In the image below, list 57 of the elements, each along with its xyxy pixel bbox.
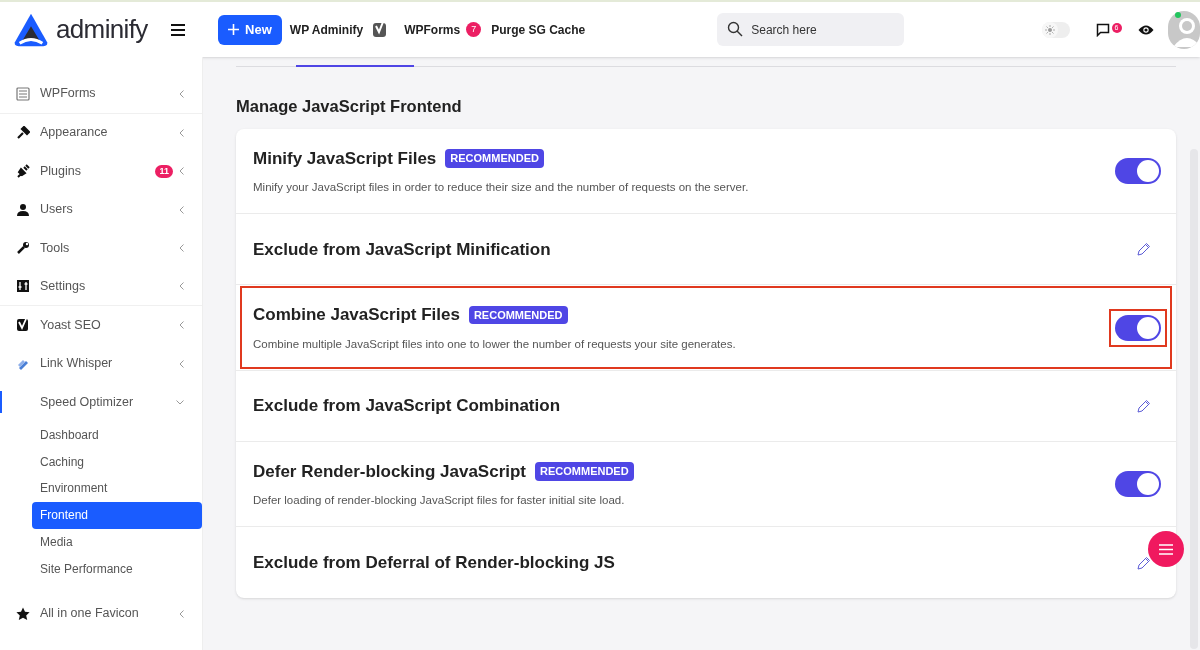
submenu-item[interactable]: Dashboard xyxy=(32,421,202,449)
sidebar-item[interactable]: Link Whisper xyxy=(0,344,202,383)
search-field[interactable]: Search here xyxy=(717,13,905,46)
setting-description: Minify your JavaScript files in order to reduce their size and the number of requests on the server. xyxy=(253,180,750,196)
recommended-tag: RECOMMENDED xyxy=(535,462,634,481)
setting-title: Exclude from Deferral of Render-blocking JS xyxy=(253,552,615,574)
sidebar-item[interactable]: Tools xyxy=(0,229,202,268)
sidebar-item[interactable]: Appearance xyxy=(0,113,202,152)
sidebar-item[interactable]: Yoast SEO xyxy=(0,306,202,345)
count-badge: 11 xyxy=(155,164,173,178)
star-icon xyxy=(16,606,30,621)
dark-mode-toggle[interactable] xyxy=(1042,21,1070,38)
toolbar-link[interactable]: WP Adminify xyxy=(289,20,364,39)
submenu-item[interactable]: Environment xyxy=(32,475,202,502)
setting-title: Combine JavaScript Files xyxy=(253,304,460,327)
section-heading: Manage JavaScript Frontend xyxy=(236,96,463,117)
setting-description: Combine multiple JavaScript files into one to lower the number of requests your site generates. xyxy=(253,336,737,352)
submenu-item[interactable]: Caching xyxy=(32,448,202,476)
sliders-icon xyxy=(16,279,30,294)
setting-description: Defer loading of render-blocking JavaScript files for faster initial site load. xyxy=(253,493,626,509)
toggle-switch[interactable] xyxy=(1115,471,1161,497)
pencil-icon[interactable] xyxy=(1137,398,1151,413)
comments-icon[interactable] xyxy=(1095,22,1110,37)
menu-icon xyxy=(1159,543,1173,555)
sun-icon xyxy=(1042,21,1059,38)
pencil-icon[interactable] xyxy=(1137,555,1151,570)
setting-title: Defer Render-blocking JavaScript xyxy=(253,460,527,483)
setting-title: Exclude from JavaScript Combination xyxy=(253,395,560,417)
form-icon xyxy=(16,86,30,101)
pencil-icon[interactable] xyxy=(1137,242,1151,257)
plus-icon xyxy=(228,24,240,35)
sidebar-item[interactable]: Users xyxy=(0,190,202,229)
recommended-tag: RECOMMENDED xyxy=(445,149,544,168)
recommended-tag: RECOMMENDED xyxy=(468,305,568,325)
sidebar-item[interactable]: Speed Optimizer xyxy=(0,383,202,422)
new-button[interactable]: New xyxy=(218,14,282,45)
logo-text: adminify xyxy=(56,13,148,46)
yoast-icon xyxy=(16,318,30,333)
submenu-item[interactable]: Site Performance xyxy=(32,555,202,583)
count-badge: 7 xyxy=(466,22,482,37)
plug-icon xyxy=(16,164,30,179)
toolbar-link[interactable]: Purge SG Cache xyxy=(491,20,586,39)
sidebar-item[interactable]: WPForms xyxy=(0,75,202,114)
setting-title: Exclude from JavaScript Minification xyxy=(253,238,551,261)
yoast-icon[interactable] xyxy=(373,21,389,38)
submenu-item[interactable]: Media xyxy=(32,528,202,556)
sidebar-item[interactable]: Plugins 11 xyxy=(0,152,202,191)
user-icon xyxy=(16,202,30,217)
eye-icon[interactable] xyxy=(1137,23,1154,36)
toolbar-link[interactable]: WPForms xyxy=(404,20,461,39)
sidebar-item[interactable]: Settings xyxy=(0,267,202,306)
toggle-switch[interactable] xyxy=(1115,158,1161,184)
brush-icon xyxy=(16,125,30,140)
setting-title: Minify JavaScript Files xyxy=(253,147,437,170)
sidebar-item[interactable]: All in one Favicon xyxy=(0,594,202,633)
submenu-item[interactable]: Frontend xyxy=(32,501,202,529)
wrench-icon xyxy=(16,241,30,256)
